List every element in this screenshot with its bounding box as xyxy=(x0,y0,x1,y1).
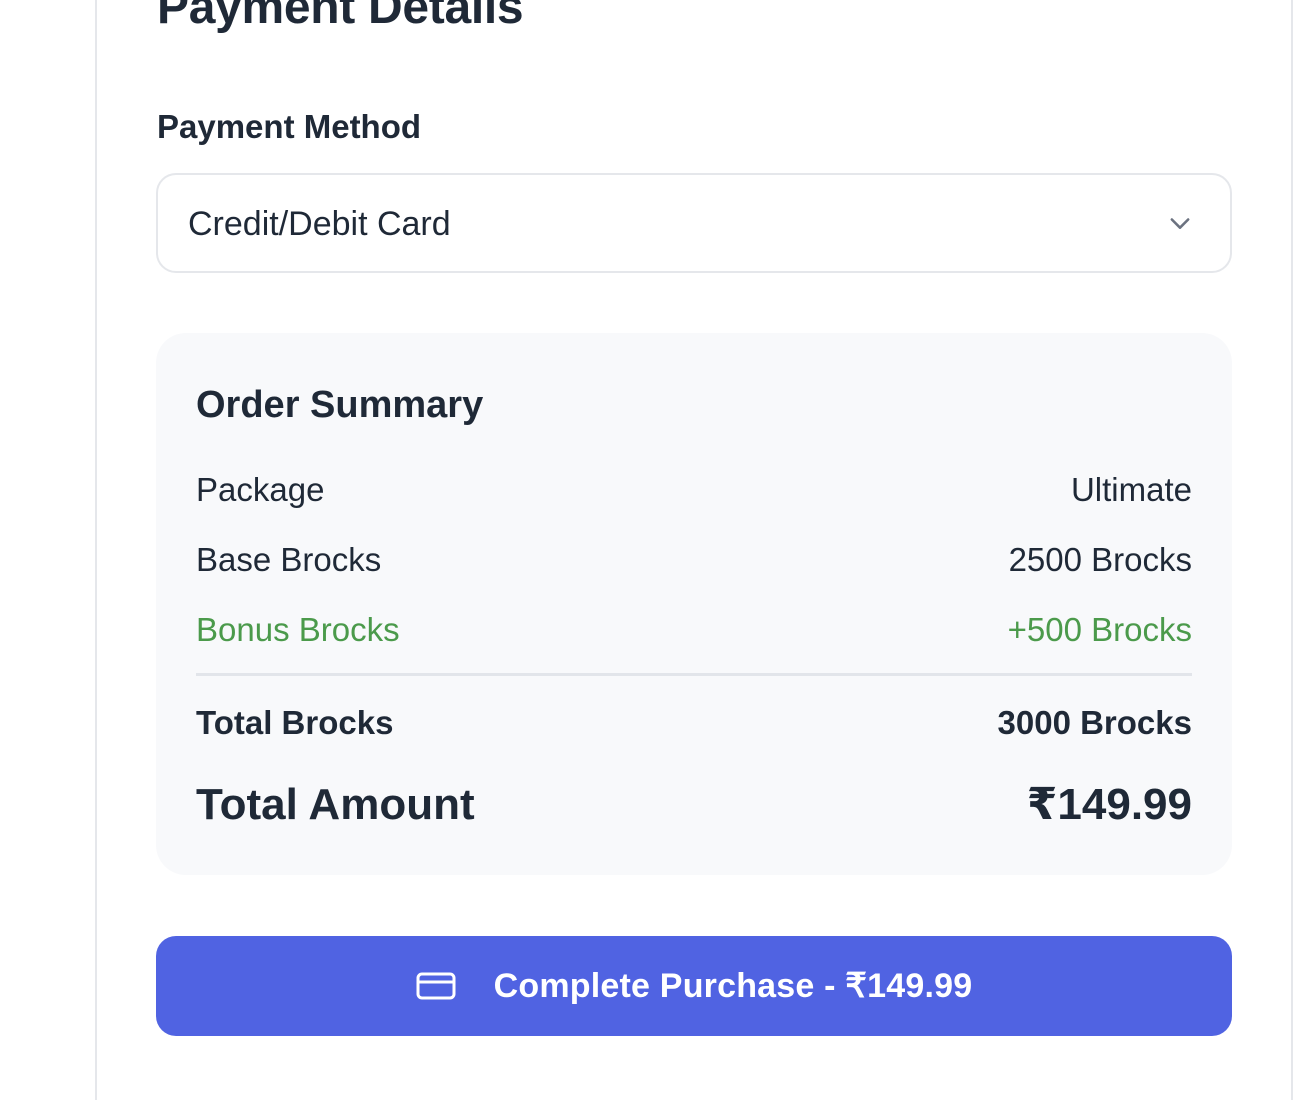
payment-method-value: Credit/Debit Card xyxy=(188,205,451,243)
page-title: Payment Details xyxy=(157,0,524,34)
chevron-down-icon xyxy=(1170,218,1190,229)
summary-row-bonus-brocks: Bonus Brocks +500 Brocks xyxy=(196,610,1192,650)
payment-method-select[interactable]: Credit/Debit Card xyxy=(156,173,1232,273)
summary-row-total-brocks: Total Brocks 3000 Brocks xyxy=(196,703,1192,743)
summary-label-package: Package xyxy=(196,471,325,508)
summary-label-total-brocks: Total Brocks xyxy=(196,704,394,741)
summary-value-total-brocks: 3000 Brocks xyxy=(997,704,1192,741)
order-summary-title: Order Summary xyxy=(196,384,484,426)
summary-value-bonus-brocks: +500 Brocks xyxy=(1007,611,1192,648)
summary-divider xyxy=(196,673,1192,676)
credit-card-icon xyxy=(416,972,456,1000)
summary-row-base-brocks: Base Brocks 2500 Brocks xyxy=(196,540,1192,580)
summary-value-base-brocks: 2500 Brocks xyxy=(1008,541,1192,578)
summary-row-total-amount: Total Amount ₹149.99 xyxy=(196,779,1192,831)
summary-value-package: Ultimate xyxy=(1070,471,1192,508)
summary-label-bonus-brocks: Bonus Brocks xyxy=(196,611,400,648)
complete-purchase-button[interactable]: Complete Purchase - ₹149.99 xyxy=(156,936,1232,1036)
order-summary: Order Summary Package Ultimate Base Broc… xyxy=(156,333,1232,875)
summary-row-package: Package Ultimate xyxy=(196,470,1192,510)
complete-purchase-label: Complete Purchase - ₹149.99 xyxy=(493,967,973,1005)
total-amount-value: ₹149.99 xyxy=(1026,780,1192,829)
payment-method-label: Payment Method xyxy=(157,108,422,145)
summary-label-base-brocks: Base Brocks xyxy=(196,541,382,578)
total-amount-label: Total Amount xyxy=(196,780,475,829)
